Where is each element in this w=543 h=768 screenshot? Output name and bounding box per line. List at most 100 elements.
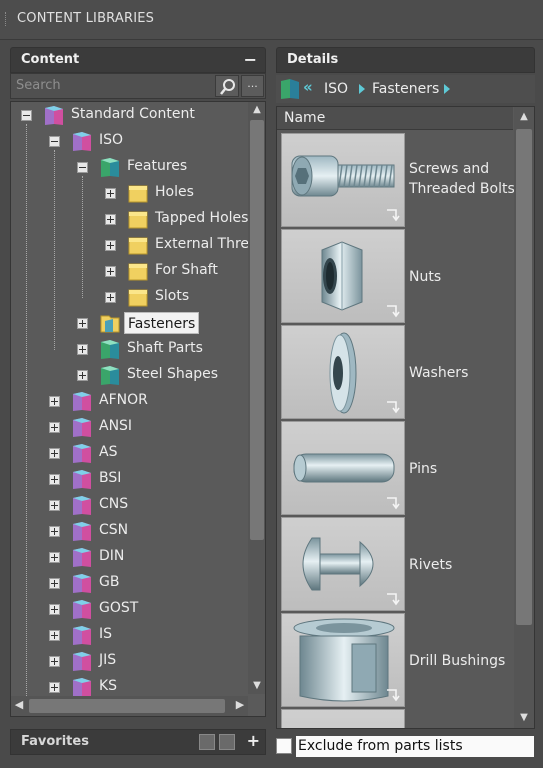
item-label: Washers bbox=[409, 365, 469, 381]
column-header-name[interactable]: Name bbox=[277, 107, 513, 130]
tree-item-jis[interactable]: JIS bbox=[11, 648, 265, 674]
expand-icon[interactable] bbox=[49, 448, 60, 459]
scroll-thumb[interactable] bbox=[516, 129, 532, 625]
view-icon[interactable] bbox=[199, 734, 215, 750]
list-item[interactable]: Pins bbox=[281, 421, 513, 515]
expand-icon[interactable] bbox=[105, 292, 116, 303]
tree-item-bsi[interactable]: BSI bbox=[11, 466, 265, 492]
exclude-checkbox[interactable] bbox=[276, 738, 292, 754]
expand-icon[interactable] bbox=[49, 526, 60, 537]
breadcrumb-back-icon[interactable]: « bbox=[303, 78, 313, 96]
collapse-button[interactable]: − bbox=[244, 50, 257, 69]
tree-vertical-scrollbar[interactable]: ▲ ▼ bbox=[248, 102, 265, 694]
expand-icon[interactable] bbox=[105, 266, 116, 277]
scroll-down-arrow[interactable]: ▼ bbox=[248, 678, 265, 694]
expand-icon[interactable] bbox=[77, 318, 88, 329]
breadcrumb-separator-icon[interactable] bbox=[359, 84, 365, 94]
scroll-thumb[interactable] bbox=[250, 120, 264, 540]
library-icon bbox=[71, 598, 93, 620]
expand-icon[interactable] bbox=[77, 344, 88, 355]
search-options-button[interactable]: ... bbox=[241, 75, 264, 97]
expand-icon[interactable] bbox=[49, 630, 60, 641]
tree-item-gb[interactable]: GB bbox=[11, 570, 265, 596]
scroll-thumb[interactable] bbox=[29, 699, 225, 713]
list-item[interactable] bbox=[281, 709, 513, 728]
expand-icon[interactable] bbox=[77, 370, 88, 381]
tree-item-holes[interactable]: Holes bbox=[11, 180, 265, 206]
tree-item-csn[interactable]: CSN bbox=[11, 518, 265, 544]
tree-item-cns[interactable]: CNS bbox=[11, 492, 265, 518]
search-button[interactable] bbox=[215, 75, 239, 97]
tree-item-label: Shaft Parts bbox=[127, 340, 203, 356]
tree-item-tapped-holes[interactable]: Tapped Holes bbox=[11, 206, 265, 232]
list-item[interactable]: Washers bbox=[281, 325, 513, 419]
tree-item-iso[interactable]: ISO bbox=[11, 128, 265, 154]
item-label: Drill Bushings bbox=[409, 653, 506, 669]
tree-item-features[interactable]: Features bbox=[11, 154, 265, 180]
details-panel-header: Details bbox=[276, 47, 535, 73]
tree-item-as[interactable]: AS bbox=[11, 440, 265, 466]
tree-horizontal-scrollbar[interactable]: ◀ ▶ bbox=[11, 696, 248, 716]
tree-item-external-threa[interactable]: External Threa bbox=[11, 232, 265, 258]
tree-item-label: Fasteners bbox=[124, 312, 200, 334]
expand-icon[interactable] bbox=[49, 656, 60, 667]
expand-icon[interactable] bbox=[49, 422, 60, 433]
list-item[interactable]: Screws and Threaded Bolts bbox=[281, 133, 515, 227]
tree-item-fasteners[interactable]: Fasteners bbox=[11, 310, 265, 336]
tree-item-is[interactable]: IS bbox=[11, 622, 265, 648]
list-item[interactable]: Nuts bbox=[281, 229, 513, 323]
tree-item-standard-content[interactable]: Standard Content bbox=[11, 102, 265, 128]
rivet-icon bbox=[281, 517, 405, 611]
tree-item-steel-shapes[interactable]: Steel Shapes bbox=[11, 362, 265, 388]
expand-icon[interactable] bbox=[49, 500, 60, 511]
scroll-up-arrow[interactable]: ▲ bbox=[248, 102, 265, 118]
tree-item-din[interactable]: DIN bbox=[11, 544, 265, 570]
expand-icon[interactable] bbox=[49, 552, 60, 563]
expand-icon[interactable] bbox=[105, 188, 116, 199]
library-icon bbox=[71, 494, 93, 516]
collapse-icon[interactable] bbox=[49, 136, 60, 147]
expand-icon[interactable] bbox=[49, 578, 60, 589]
details-vertical-scrollbar[interactable]: ▲ ▼ bbox=[514, 107, 534, 728]
view-alt-icon[interactable] bbox=[219, 734, 235, 750]
tree-item-gost[interactable]: GOST bbox=[11, 596, 265, 622]
exclude-from-parts-lists[interactable]: Exclude from parts lists bbox=[276, 736, 535, 758]
favorites-header[interactable]: Favorites + bbox=[10, 729, 266, 755]
screw-icon bbox=[281, 133, 405, 227]
grip-handle[interactable] bbox=[5, 12, 8, 26]
tree-item-ansi[interactable]: ANSI bbox=[11, 414, 265, 440]
breadcrumb-item[interactable]: Fasteners bbox=[372, 81, 439, 97]
expand-icon[interactable] bbox=[49, 474, 60, 485]
expand-icon[interactable] bbox=[49, 396, 60, 407]
scroll-down-arrow[interactable]: ▼ bbox=[514, 710, 534, 726]
exclude-label: Exclude from parts lists bbox=[296, 736, 534, 757]
tree-item-slots[interactable]: Slots bbox=[11, 284, 265, 310]
breadcrumb-separator-icon[interactable] bbox=[444, 84, 450, 94]
tree-item-afnor[interactable]: AFNOR bbox=[11, 388, 265, 414]
open-folder-icon bbox=[99, 312, 121, 334]
collapse-icon[interactable] bbox=[21, 110, 32, 121]
collapse-icon[interactable] bbox=[77, 162, 88, 173]
scroll-left-arrow[interactable]: ◀ bbox=[11, 696, 27, 716]
library-icon bbox=[71, 676, 93, 698]
list-item[interactable]: Rivets bbox=[281, 517, 513, 611]
tree-item-label: JIS bbox=[99, 652, 117, 668]
tree-item-label: For Shaft bbox=[155, 262, 218, 278]
tree-item-label: IS bbox=[99, 626, 113, 642]
list-item[interactable]: Drill Bushings bbox=[281, 613, 513, 707]
content-panel-title: Content bbox=[21, 52, 80, 67]
tree-item-for-shaft[interactable]: For Shaft bbox=[11, 258, 265, 284]
expand-icon[interactable] bbox=[49, 682, 60, 693]
tree-item-label: GB bbox=[99, 574, 120, 590]
library-icon bbox=[71, 520, 93, 542]
scroll-right-arrow[interactable]: ▶ bbox=[232, 696, 248, 716]
add-favorite-button[interactable]: + bbox=[247, 731, 260, 750]
library-icon bbox=[71, 624, 93, 646]
expand-icon[interactable] bbox=[105, 214, 116, 225]
expand-icon[interactable] bbox=[49, 604, 60, 615]
search-input[interactable]: Search ... bbox=[10, 73, 266, 99]
tree-item-shaft-parts[interactable]: Shaft Parts bbox=[11, 336, 265, 362]
breadcrumb-item[interactable]: ISO bbox=[324, 81, 348, 97]
expand-icon[interactable] bbox=[105, 240, 116, 251]
scroll-up-arrow[interactable]: ▲ bbox=[514, 109, 534, 125]
